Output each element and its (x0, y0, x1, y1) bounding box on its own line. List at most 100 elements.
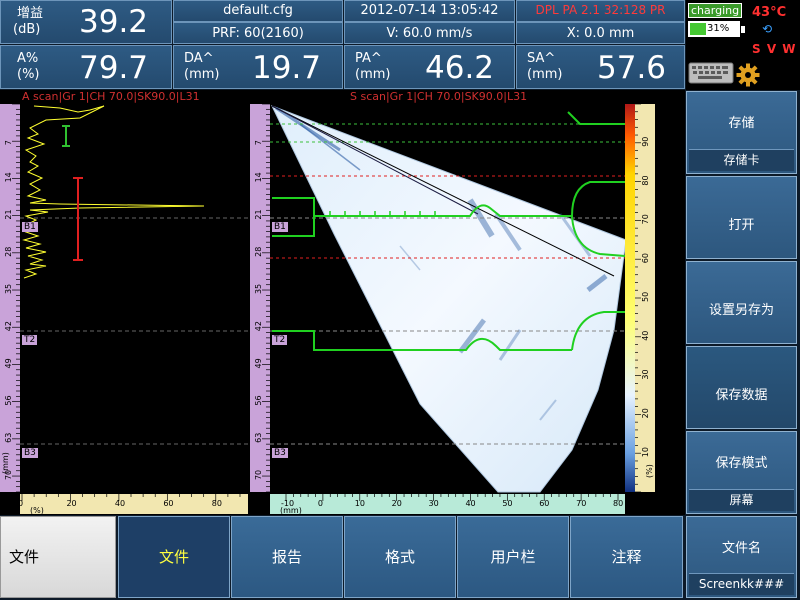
ascan-green-cursor (62, 125, 70, 147)
ascan-gate-t2[interactable]: T2 (22, 335, 38, 345)
sscan-depth-tick-label: 35 (254, 284, 263, 294)
temperature: 43°C (752, 5, 787, 20)
ascan-depth-tick-label: 14 (4, 172, 13, 182)
status-area: charging 31% 43°C ⟲ S V W (686, 0, 800, 90)
keyboard-icon[interactable] (688, 62, 734, 84)
sa-label: SA^ (527, 51, 556, 66)
pa-readout[interactable]: PA^ (mm) 46.2 (344, 45, 515, 89)
sscan-depth-tick-label: 14 (254, 172, 263, 182)
tab-file[interactable]: 文件 (118, 516, 230, 598)
pa-value: 46.2 (425, 50, 495, 86)
ascan-depth-tick-label: 28 (4, 247, 13, 257)
palette-tick-label: 20 (641, 408, 650, 418)
gain-label: 增益 (17, 6, 44, 21)
sidebar-filename-label: 文件名 (721, 541, 761, 556)
sscan-x-tick-label: 80 (613, 499, 623, 508)
sidebar-save-setup-label: 设置另存为 (708, 303, 774, 318)
ascan-depth-tick-label: 42 (4, 321, 13, 331)
sscan-gate-t2[interactable]: T2 (272, 335, 288, 345)
ascan-x-tick-label: 40 (115, 499, 125, 508)
sidebar-item-save-setup-as[interactable]: 设置另存为 (686, 261, 797, 344)
sa-value: 57.6 (597, 50, 667, 86)
sidebar-item-open[interactable]: 打开 (686, 176, 797, 259)
ascan-gate-b3[interactable]: B3 (22, 448, 38, 458)
config-file-cell[interactable]: default.cfg (173, 0, 343, 22)
sscan-depth-tick-label: 28 (254, 247, 263, 257)
battery-percent: 31% (707, 23, 730, 34)
sa-readout[interactable]: SA^ (mm) 57.6 (516, 45, 685, 89)
refresh-icon[interactable]: ⟲ (762, 22, 772, 36)
battery-fill (690, 23, 706, 35)
velocity-value: V: 60.0 mm/s (386, 26, 473, 41)
probe-cell[interactable]: DPL PA 2.1 32:128 PR (516, 0, 685, 22)
palette-tick-label: 50 (641, 292, 650, 302)
sscan-gate-b1[interactable]: B1 (272, 222, 288, 232)
sscan-x-tick-label: 20 (392, 499, 402, 508)
tab-comment[interactable]: 注释 (570, 516, 683, 598)
battery-icon: 31% (688, 21, 740, 37)
sscan-x-tick-label: 40 (465, 499, 475, 508)
amplitude-unit: (%) (17, 67, 40, 82)
gain-value: 39.2 (79, 4, 149, 40)
menu-root-file[interactable]: 文件 (0, 516, 116, 598)
ascan-x-tick-label: 60 (163, 499, 173, 508)
sidebar-item-storage[interactable]: 存储 存储卡 (686, 91, 797, 174)
charging-indicator: charging (688, 3, 742, 18)
sidebar-filename-value: Screenkk### (689, 573, 794, 595)
color-palette: 90 80 70 60 50 40 30 20 10 (625, 103, 655, 493)
sscan-x-tick-label: 70 (576, 499, 586, 508)
amplitude-label: A% (17, 51, 39, 66)
sidebar-item-save-mode[interactable]: 保存模式 屏幕 (686, 431, 797, 514)
ascan-depth-tick-label: 21 (4, 209, 13, 219)
palette-tick-label: 70 (641, 214, 650, 224)
tab-report[interactable]: 报告 (231, 516, 343, 598)
ascan-x-tick-label: 0 (18, 499, 23, 508)
amplitude-readout[interactable]: A% (%) 79.7 (0, 45, 172, 89)
ascan-depth-tick-label: 56 (4, 395, 13, 405)
da-readout[interactable]: DA^ (mm) 19.7 (173, 45, 343, 89)
ascan-red-gate-marker (73, 177, 83, 261)
ascan-depth-tick-label: 63 (4, 433, 13, 443)
ascan-gate-b1[interactable]: B1 (22, 222, 38, 232)
sscan-x-tick-label: 0 (318, 499, 323, 508)
velocity-cell[interactable]: V: 60.0 mm/s (344, 22, 515, 44)
sscan-x-tick-label: 30 (429, 499, 439, 508)
tab-format[interactable]: 格式 (344, 516, 456, 598)
prf-cell[interactable]: PRF: 60(2160) (173, 22, 343, 44)
sidebar-item-filename[interactable]: 文件名 Screenkk### (686, 516, 797, 598)
ascan-x-tick-label: 80 (212, 499, 222, 508)
ascan-depth-tick-label: 35 (4, 284, 13, 294)
sidebar-storage-value: 存储卡 (689, 149, 794, 171)
sscan-gate-b3[interactable]: B3 (272, 448, 288, 458)
sscan-depth-tick-label: 21 (254, 209, 263, 219)
palette-tick-label: 10 (641, 447, 650, 457)
gear-icon[interactable] (736, 63, 760, 87)
sidebar-save-mode-label: 保存模式 (715, 456, 768, 471)
palette-tick-label: 60 (641, 253, 650, 263)
ascan-waveform (22, 105, 205, 279)
sidebar-open-label: 打开 (728, 218, 755, 233)
ultrasonic-flaw-detector-screen: { "readouts": { "gain": {"label_line1": … (0, 0, 800, 600)
ascan-amplitude-ruler: 0 20 40 60 80 (18, 494, 248, 514)
ascan-depth-ruler: 7142128354249566370 (0, 103, 20, 493)
tab-user-field[interactable]: 用户栏 (457, 516, 569, 598)
sscan-x-unit: (mm) (280, 506, 302, 515)
sidebar-save-data-label: 保存数据 (715, 388, 768, 403)
sscan-x-tick-label: 10 (355, 499, 365, 508)
x-position-cell[interactable]: X: 0.0 mm (516, 22, 685, 44)
sidebar-save-mode-value: 屏幕 (689, 489, 794, 511)
ascan-depth-tick-label: 7 (4, 140, 13, 145)
sidebar-item-save-data[interactable]: 保存数据 (686, 346, 797, 429)
ascan-x-tick-label: 20 (66, 499, 76, 508)
sscan-depth-ruler: 7 14 21 28 35 42 49 56 63 70 (250, 103, 270, 493)
palette-tick-label: 30 (641, 369, 650, 379)
sscan-depth-tick-label: 42 (254, 321, 263, 331)
gain-readout[interactable]: 增益 (dB) 39.2 (0, 0, 172, 44)
sscan-fan (271, 105, 627, 493)
probe-info: DPL PA 2.1 32:128 PR (535, 3, 666, 17)
sscan-x-tick-label: 50 (502, 499, 512, 508)
x-position: X: 0.0 mm (566, 26, 635, 41)
gain-unit: (dB) (13, 22, 41, 37)
sscan-x-tick-label: 60 (539, 499, 549, 508)
sscan-depth-tick-label: 49 (254, 358, 263, 368)
